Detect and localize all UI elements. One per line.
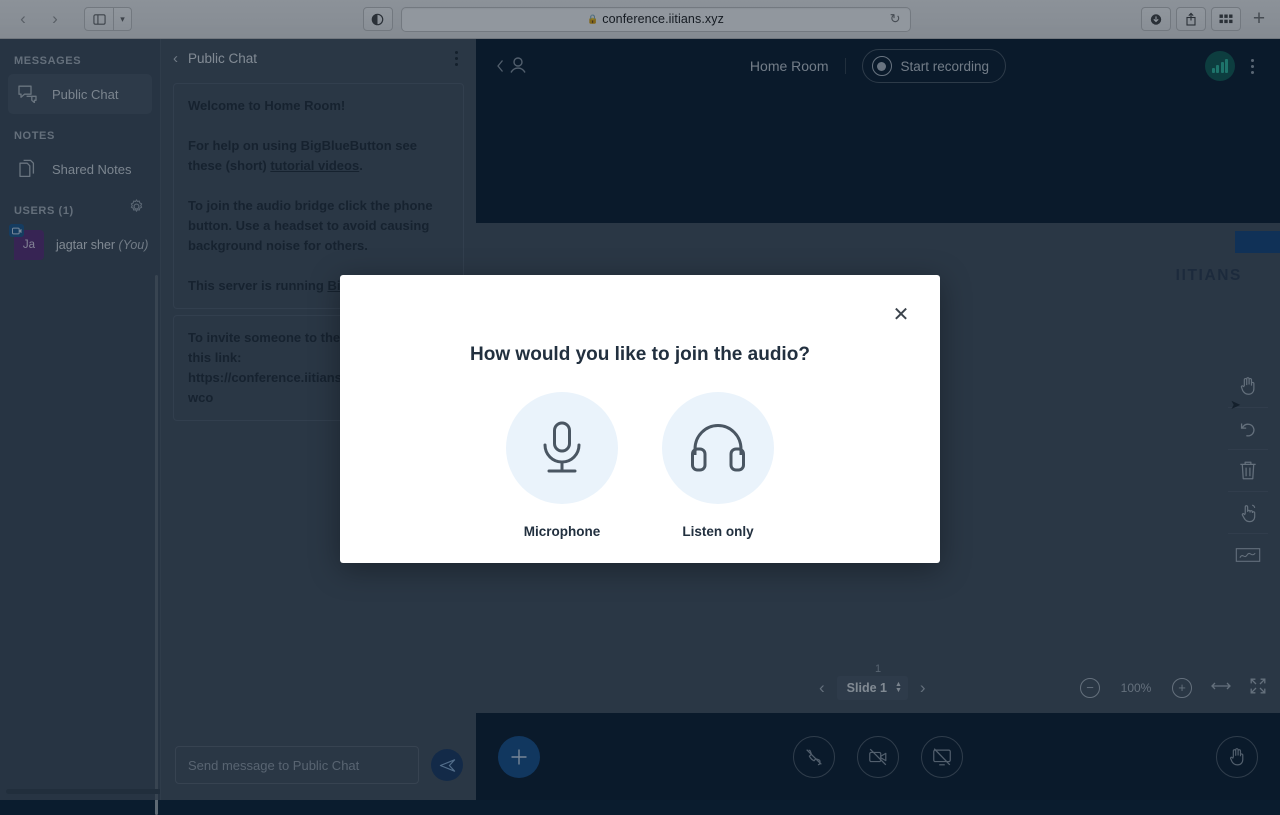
headphones-icon — [691, 423, 745, 472]
close-icon[interactable]: ✕ — [888, 301, 914, 327]
modal-title: How would you like to join the audio? — [470, 344, 810, 365]
microphone-icon — [543, 421, 581, 473]
headphones-icon-circle — [662, 392, 774, 504]
microphone-icon-circle — [506, 392, 618, 504]
listen-only-option[interactable]: Listen only — [662, 392, 774, 539]
audio-options-group: Microphone Listen only — [340, 392, 940, 539]
microphone-option[interactable]: Microphone — [506, 392, 618, 539]
listen-only-option-label: Listen only — [682, 524, 754, 539]
microphone-option-label: Microphone — [523, 524, 601, 539]
audio-join-modal: ✕ How would you like to join the audio? … — [340, 275, 940, 563]
